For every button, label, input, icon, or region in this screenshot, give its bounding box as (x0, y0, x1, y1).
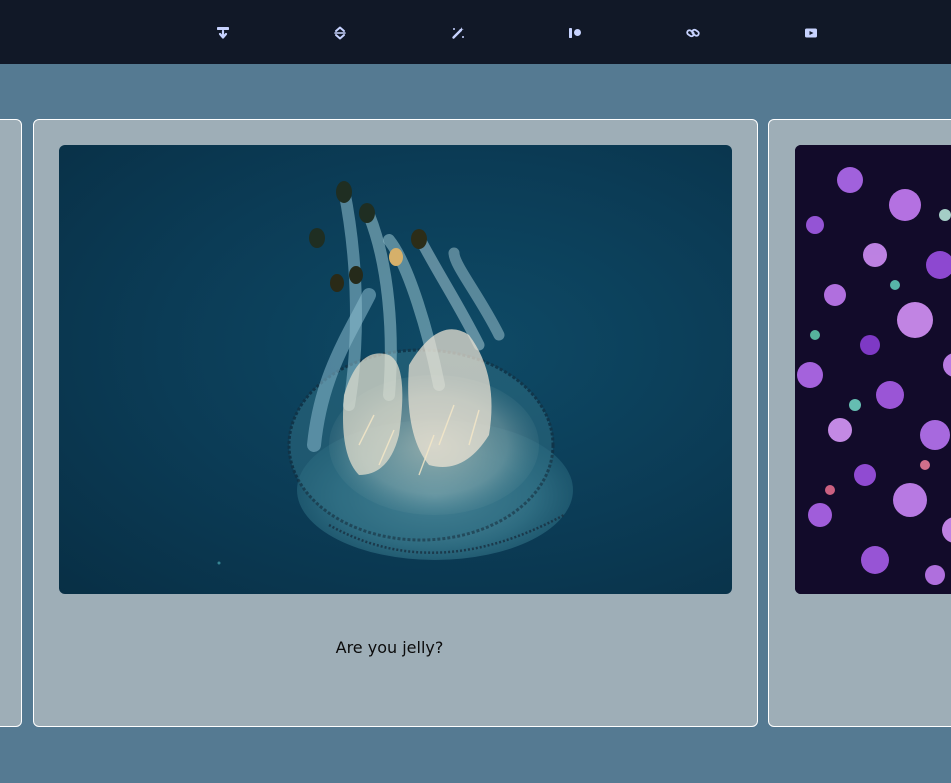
slide-caption: Are you jelly? (335, 638, 444, 657)
slide-card-active[interactable]: Are you jelly? (33, 119, 758, 727)
patreon-icon (568, 26, 582, 40)
jellyfish-swarm-photo (795, 145, 951, 594)
top-toolbar (0, 0, 951, 64)
carousel: Are you jelly? (0, 64, 951, 783)
download-icon (216, 26, 230, 40)
slide-card-next[interactable] (768, 119, 951, 727)
patreon-button[interactable] (564, 22, 586, 44)
link-button[interactable] (682, 22, 704, 44)
magic-wand-button[interactable] (447, 22, 469, 44)
link-icon (686, 26, 700, 40)
video-icon (804, 26, 818, 40)
magic-wand-icon (451, 26, 465, 40)
sort-icon (333, 26, 347, 40)
download-button[interactable] (212, 22, 234, 44)
sort-button[interactable] (329, 22, 351, 44)
jellyfish-photo (59, 145, 732, 594)
video-button[interactable] (800, 22, 822, 44)
slide-card-previous[interactable] (0, 119, 22, 727)
